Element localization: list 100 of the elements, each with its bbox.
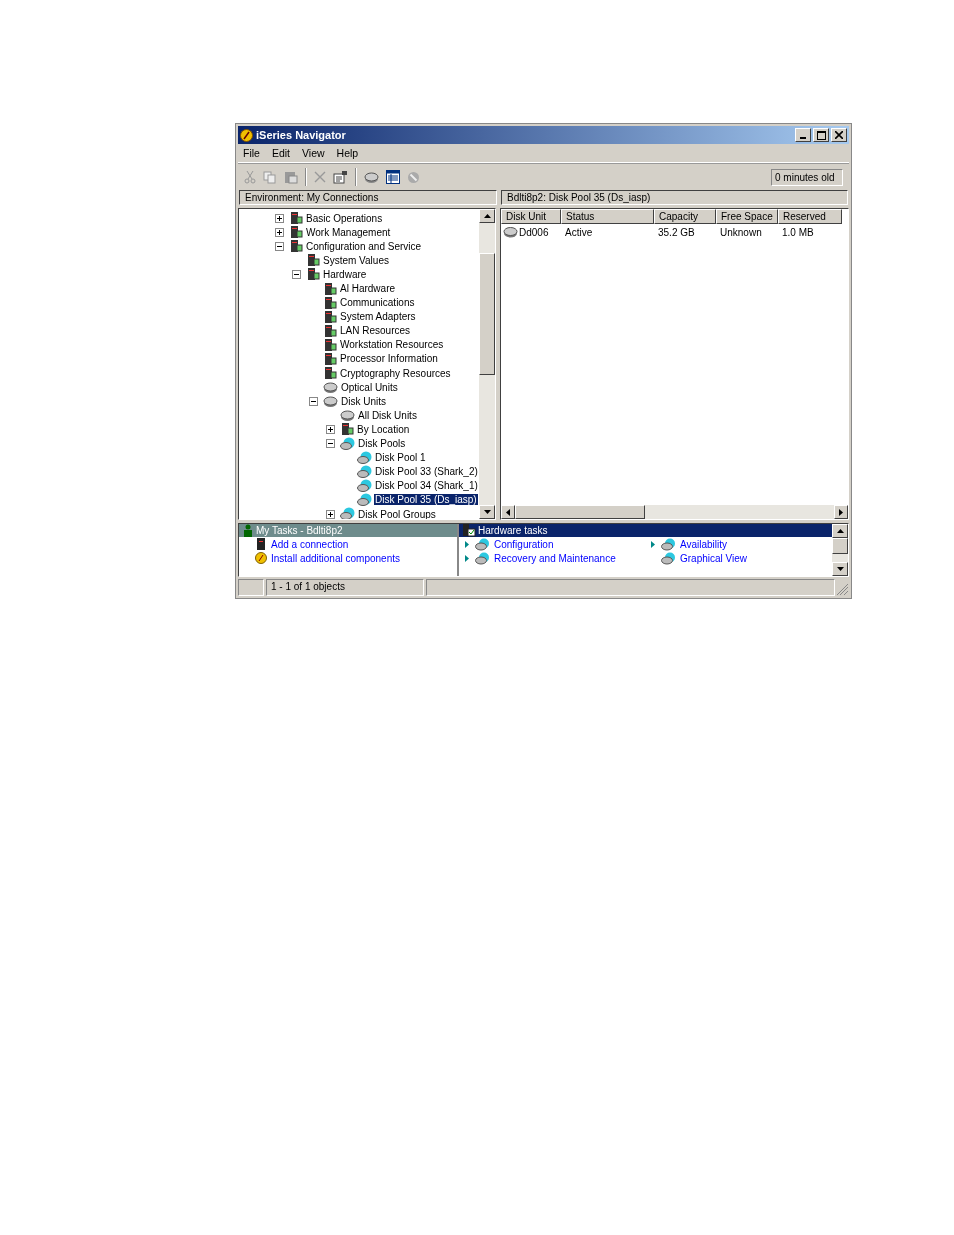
server-icon	[323, 281, 337, 296]
server-icon	[306, 267, 320, 282]
expander-icon[interactable]	[309, 396, 320, 406]
menu-item[interactable]: Help	[336, 147, 359, 159]
up-arrow-icon	[483, 214, 491, 218]
server-icon	[289, 239, 303, 254]
tree-item[interactable]: Processor Information	[339, 353, 439, 365]
expand-arrow-icon[interactable]	[465, 540, 469, 548]
tree-item[interactable]: Disk Pool 34 (Shark_1)	[374, 480, 479, 492]
status-text: 1 - 1 of 1 objects	[266, 579, 424, 596]
disk-icon	[323, 394, 338, 408]
expander-icon[interactable]	[275, 241, 286, 251]
table-row[interactable]: Dd006 Active 35.2 GB Unknown 1.0 MB	[501, 226, 848, 238]
right-arrow-icon	[839, 508, 843, 516]
server-icon	[323, 323, 337, 338]
column-header[interactable]: Disk Unit	[501, 209, 561, 224]
environment-header: Environment: My Connections	[239, 190, 497, 205]
horizontal-scrollbar[interactable]	[501, 505, 848, 519]
server-icon	[306, 253, 320, 268]
properties-icon[interactable]	[333, 170, 348, 184]
task-link[interactable]: Configuration	[494, 538, 554, 550]
disk-icon[interactable]	[364, 170, 379, 184]
vertical-scrollbar[interactable]	[479, 209, 495, 519]
expander-icon[interactable]	[326, 509, 337, 519]
column-header[interactable]: Free Space	[716, 209, 778, 224]
table-cell: Dd006	[501, 226, 561, 238]
column-header[interactable]: Status	[561, 209, 654, 224]
tree-item[interactable]: Configuration and Service	[305, 240, 423, 252]
disk-icon	[475, 551, 490, 565]
tasks-title: My Tasks - Bdlti8p2	[256, 525, 343, 536]
tree-item[interactable]: Disk Pool Groups	[357, 508, 437, 519]
tree-item[interactable]: Basic Operations	[305, 212, 384, 224]
person-icon	[242, 524, 254, 537]
disk-icon	[503, 226, 518, 238]
menu-item[interactable]: Edit	[271, 147, 290, 159]
tree-item[interactable]: Disk Pool 35 (Ds_iasp)	[374, 494, 478, 506]
expander-icon[interactable]	[326, 439, 337, 449]
task-link[interactable]: Graphical View	[680, 552, 748, 564]
tree-item[interactable]: Al Hardware	[339, 283, 397, 294]
server-icon	[289, 225, 303, 240]
tree-item[interactable]: System Adapters	[339, 311, 417, 323]
disk-pool-icon	[340, 436, 355, 451]
menu-item[interactable]: File	[243, 147, 260, 159]
expander-icon[interactable]	[326, 424, 337, 434]
tasks-title: Hardware tasks	[478, 525, 548, 536]
tree-item[interactable]: System Values	[322, 254, 390, 266]
minimize-button[interactable]	[795, 128, 811, 142]
window-title: iSeries Navigator	[256, 129, 346, 141]
status-panel	[238, 579, 264, 596]
menu-item[interactable]: View	[302, 147, 325, 159]
tree-item[interactable]: Optical Units	[340, 381, 399, 393]
task-link[interactable]: Add a connection	[271, 538, 349, 550]
server-icon	[323, 337, 337, 352]
column-header[interactable]: Capacity	[654, 209, 716, 224]
expand-arrow-icon[interactable]	[651, 540, 655, 548]
tree-item[interactable]: Cryptography Resources	[339, 367, 452, 379]
tree-item[interactable]: LAN Resources	[339, 325, 412, 337]
server-icon	[323, 309, 337, 324]
tree-item[interactable]: Disk Pools	[357, 438, 407, 450]
tree-item[interactable]: Disk Units	[340, 395, 387, 407]
tree-item[interactable]: Disk Pool 1	[374, 452, 427, 464]
down-arrow-icon	[836, 567, 844, 571]
expander-icon[interactable]	[292, 269, 303, 279]
disk-icon	[323, 380, 338, 394]
disk-icon	[340, 408, 355, 422]
tree-item[interactable]: All Disk Units	[357, 409, 418, 421]
table-cell-text: Active	[564, 226, 594, 238]
close-button[interactable]	[831, 128, 847, 142]
column-header[interactable]: Reserved	[778, 209, 842, 224]
server-icon	[323, 352, 337, 366]
table-cell-text: Unknown	[719, 226, 763, 238]
server-icon	[323, 295, 337, 310]
down-arrow-icon	[483, 510, 491, 514]
disk-pool-icon	[357, 478, 372, 493]
disk-icon	[475, 537, 490, 551]
server-icon	[289, 211, 303, 226]
tree-item[interactable]: Work Management	[305, 226, 392, 238]
tree-item[interactable]: Disk Pool 33 (Shark_2)	[374, 466, 479, 478]
compass-icon	[255, 552, 267, 564]
tree-item[interactable]: Workstation Resources	[339, 339, 445, 351]
vertical-scrollbar[interactable]	[832, 524, 848, 576]
expander-icon[interactable]	[275, 213, 286, 223]
up-arrow-icon	[836, 529, 844, 533]
disk-icon	[661, 537, 676, 551]
maximize-icon	[816, 130, 826, 140]
tree-item[interactable]: Hardware	[322, 268, 368, 280]
task-link[interactable]: Availability	[680, 538, 728, 550]
expander-icon[interactable]	[275, 227, 286, 237]
resize-grip-icon[interactable]	[837, 584, 849, 596]
disk-pool-icon	[357, 464, 372, 479]
task-link[interactable]: Recovery and Maintenance	[494, 552, 616, 564]
left-arrow-icon	[506, 508, 510, 516]
expand-arrow-icon[interactable]	[465, 554, 469, 562]
tree-item[interactable]: By Location	[356, 423, 411, 435]
table-icon[interactable]	[386, 170, 400, 184]
tree-item[interactable]: Communications	[339, 297, 416, 309]
maximize-button[interactable]	[813, 128, 829, 142]
task-link[interactable]: Install additional components	[271, 552, 400, 564]
disk-pool-icon	[340, 507, 355, 519]
disk-pool-icon	[357, 450, 372, 465]
